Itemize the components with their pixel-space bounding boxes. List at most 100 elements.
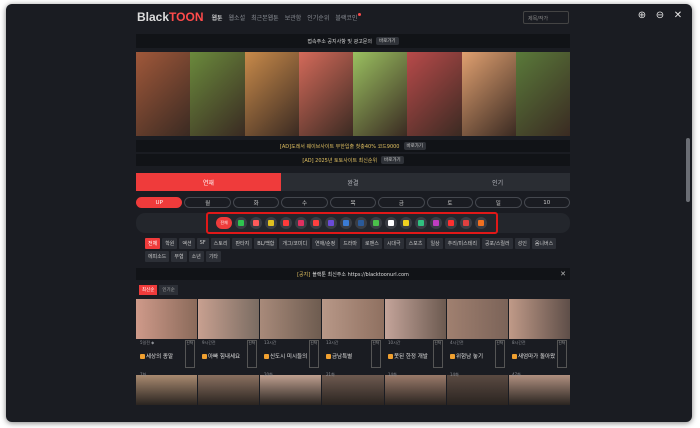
menu-storage[interactable]: 보관함: [285, 13, 302, 22]
weekday-filter: UP 월 화 수 목 금 토 일 10: [136, 197, 570, 208]
banner-image[interactable]: [515, 52, 570, 136]
comic-thumbnail[interactable]: [384, 299, 446, 339]
comic-thumbnail[interactable]: [136, 299, 198, 339]
banner-image[interactable]: [407, 52, 462, 136]
genre-tag[interactable]: 개그/코미디: [279, 238, 311, 249]
comic-card[interactable]: 신도시 미시들의 20화 13시간 신작: [260, 340, 322, 377]
comic-status-badge: 신작: [184, 340, 195, 368]
genre-tag[interactable]: SF: [196, 238, 209, 249]
banner-carousel[interactable]: [136, 52, 570, 136]
site-container: BlackTOON 웹툰 웹소설 최근본웹툰 보관함 인기순위 블랙코인 제목/…: [133, 4, 573, 422]
genre-tag[interactable]: 전체: [145, 238, 161, 249]
genre-tag[interactable]: 스포츠: [405, 238, 426, 249]
ad-button[interactable]: 바로가기: [381, 156, 404, 164]
genre-tag[interactable]: 학원: [162, 238, 178, 249]
sort-latest[interactable]: 최신순: [139, 285, 158, 295]
zoom-out-icon[interactable]: ⊖: [654, 10, 666, 22]
weekday-tab[interactable]: 토: [426, 197, 474, 208]
weekday-tab[interactable]: 월: [184, 197, 231, 208]
genre-tag[interactable]: 옴니버스: [531, 238, 557, 249]
genre-tag[interactable]: 공포/스릴러: [481, 238, 513, 249]
comic-card[interactable]: 못된 한정 개발 14화 10시간 신작: [384, 340, 446, 377]
comic-status-badge: 신작: [432, 340, 443, 368]
comic-card[interactable]: 위험남 놓기 14화 4시간전 신작: [446, 340, 508, 377]
viewer-controls: ⊕ ⊖ ✕: [636, 10, 684, 22]
comic-thumbnail[interactable]: [446, 299, 508, 339]
comic-thumbnail[interactable]: [508, 299, 570, 339]
close-icon[interactable]: ✕: [560, 270, 566, 278]
ad-text: [AD] 2025년 토토사이트 최신순위: [302, 157, 378, 164]
genre-tag[interactable]: 기타: [205, 251, 222, 262]
banner-image[interactable]: [136, 52, 191, 136]
banner-image[interactable]: [353, 52, 408, 136]
comic-episode: 47화: [512, 372, 521, 377]
comic-thumbnail[interactable]: [322, 299, 384, 339]
notice-text: 접속주소 공지사항 및 광고문의: [307, 38, 372, 45]
weekday-tab[interactable]: 화: [232, 197, 280, 208]
weekday-tab[interactable]: 10: [523, 197, 570, 208]
genre-tag[interactable]: BL/백합: [254, 238, 278, 249]
genre-tag[interactable]: 스토리: [210, 238, 231, 249]
comic-updated: 5일전 ◆: [140, 340, 155, 345]
banner-image[interactable]: [461, 52, 516, 136]
tab-serial[interactable]: 연재: [136, 173, 281, 191]
ad-text: [AD]도레서 웨이브사이트 무한입출 첫충40% 코드9000: [279, 143, 400, 150]
weekday-tab[interactable]: UP: [136, 197, 183, 208]
scrollbar[interactable]: [686, 138, 690, 202]
menu-webtoon[interactable]: 웹툰: [211, 13, 222, 22]
search-input[interactable]: 제목/작가: [523, 10, 569, 24]
comic-thumbnail[interactable]: [198, 299, 260, 339]
comic-status-badge: 신작: [494, 340, 505, 368]
genre-tag[interactable]: 성인: [514, 238, 530, 249]
notice-shortcut-button[interactable]: 바로가기: [376, 37, 399, 45]
banner-image[interactable]: [298, 52, 353, 136]
genre-tag[interactable]: 드라마: [340, 238, 360, 249]
comic-updated: 4시간전: [450, 340, 464, 345]
weekday-tab[interactable]: 일: [475, 197, 522, 208]
genre-tag[interactable]: 소년: [188, 251, 204, 262]
genre-tag[interactable]: 에피소드: [145, 251, 170, 262]
comic-thumbnails: [136, 299, 570, 339]
weekday-tab[interactable]: 수: [281, 197, 328, 208]
genre-tag[interactable]: 로맨스: [362, 238, 382, 249]
comic-status-badge: 신작: [556, 340, 567, 368]
sort-popular[interactable]: 인기순: [159, 285, 178, 295]
comic-card[interactable]: 아빠 힘내세요 9시간전 신작: [198, 340, 260, 369]
ad-bar-2[interactable]: [AD] 2025년 토토사이트 최신순위 바로가기: [136, 154, 570, 166]
menu-recent[interactable]: 최근본웹툰: [251, 13, 279, 22]
comic-status-badge: 신작: [370, 340, 381, 368]
zoom-in-icon[interactable]: ⊕: [636, 10, 648, 22]
genre-tag[interactable]: 일상: [427, 238, 443, 249]
tab-completed[interactable]: 완결: [280, 173, 426, 191]
logo-text-toon: TOON: [169, 10, 204, 24]
weekday-tab[interactable]: 금: [378, 197, 425, 208]
comic-thumbnail[interactable]: [260, 299, 322, 339]
comic-episode: 14화: [450, 372, 459, 377]
comic-card[interactable]: 금남특별 21화 13시간 신작: [322, 340, 384, 377]
menu-webnovel[interactable]: 웹소설: [229, 13, 246, 22]
close-icon[interactable]: ✕: [672, 10, 684, 22]
banner-image[interactable]: [244, 52, 299, 136]
genre-tag[interactable]: 시대극: [383, 238, 404, 249]
ad-bar-1[interactable]: [AD]도레서 웨이브사이트 무한입출 첫충40% 코드9000 바로가기: [136, 140, 570, 152]
comic-list: 세상의 종말 7화 5일전 ◆ 신작 아빠 힘내세요 9시간전 신작 신도시 미시들의 20화 1…: [136, 340, 570, 377]
site-logo[interactable]: BlackTOON: [137, 10, 203, 24]
comic-updated: 9시간전: [202, 340, 216, 345]
tab-popular[interactable]: 인기: [425, 173, 571, 191]
announcement-text[interactable]: 블랙툰 최신주소 https://blacktoonurl.com: [312, 271, 409, 278]
weekday-tab[interactable]: 목: [329, 197, 377, 208]
notice-bar: 접속주소 공지사항 및 광고문의 바로가기: [136, 34, 570, 48]
genre-filter: 전체 학원 액션 SF 스토리 판타지 BL/백합 개그/코미디 연애/순정 드라마 로맨스 시대극 스…: [145, 238, 565, 262]
menu-coin[interactable]: 블랙코인: [335, 13, 361, 22]
genre-tag[interactable]: 무협: [171, 251, 187, 262]
ad-button[interactable]: 바로가기: [403, 142, 427, 150]
genre-tag[interactable]: 액션: [179, 238, 195, 249]
genre-tag[interactable]: 추리/미스테리: [444, 238, 480, 249]
comic-episode: 14화: [388, 372, 397, 377]
comic-card[interactable]: 세상의 종말 7화 5일전 ◆ 신작: [136, 340, 198, 377]
menu-ranking[interactable]: 인기순위: [307, 13, 329, 22]
comic-card[interactable]: 새엄마가 돌아왔 47화 8시간전 신작: [508, 340, 570, 377]
genre-tag[interactable]: 연애/순정: [312, 238, 339, 249]
banner-image[interactable]: [190, 52, 245, 136]
genre-tag[interactable]: 판타지: [232, 238, 253, 249]
